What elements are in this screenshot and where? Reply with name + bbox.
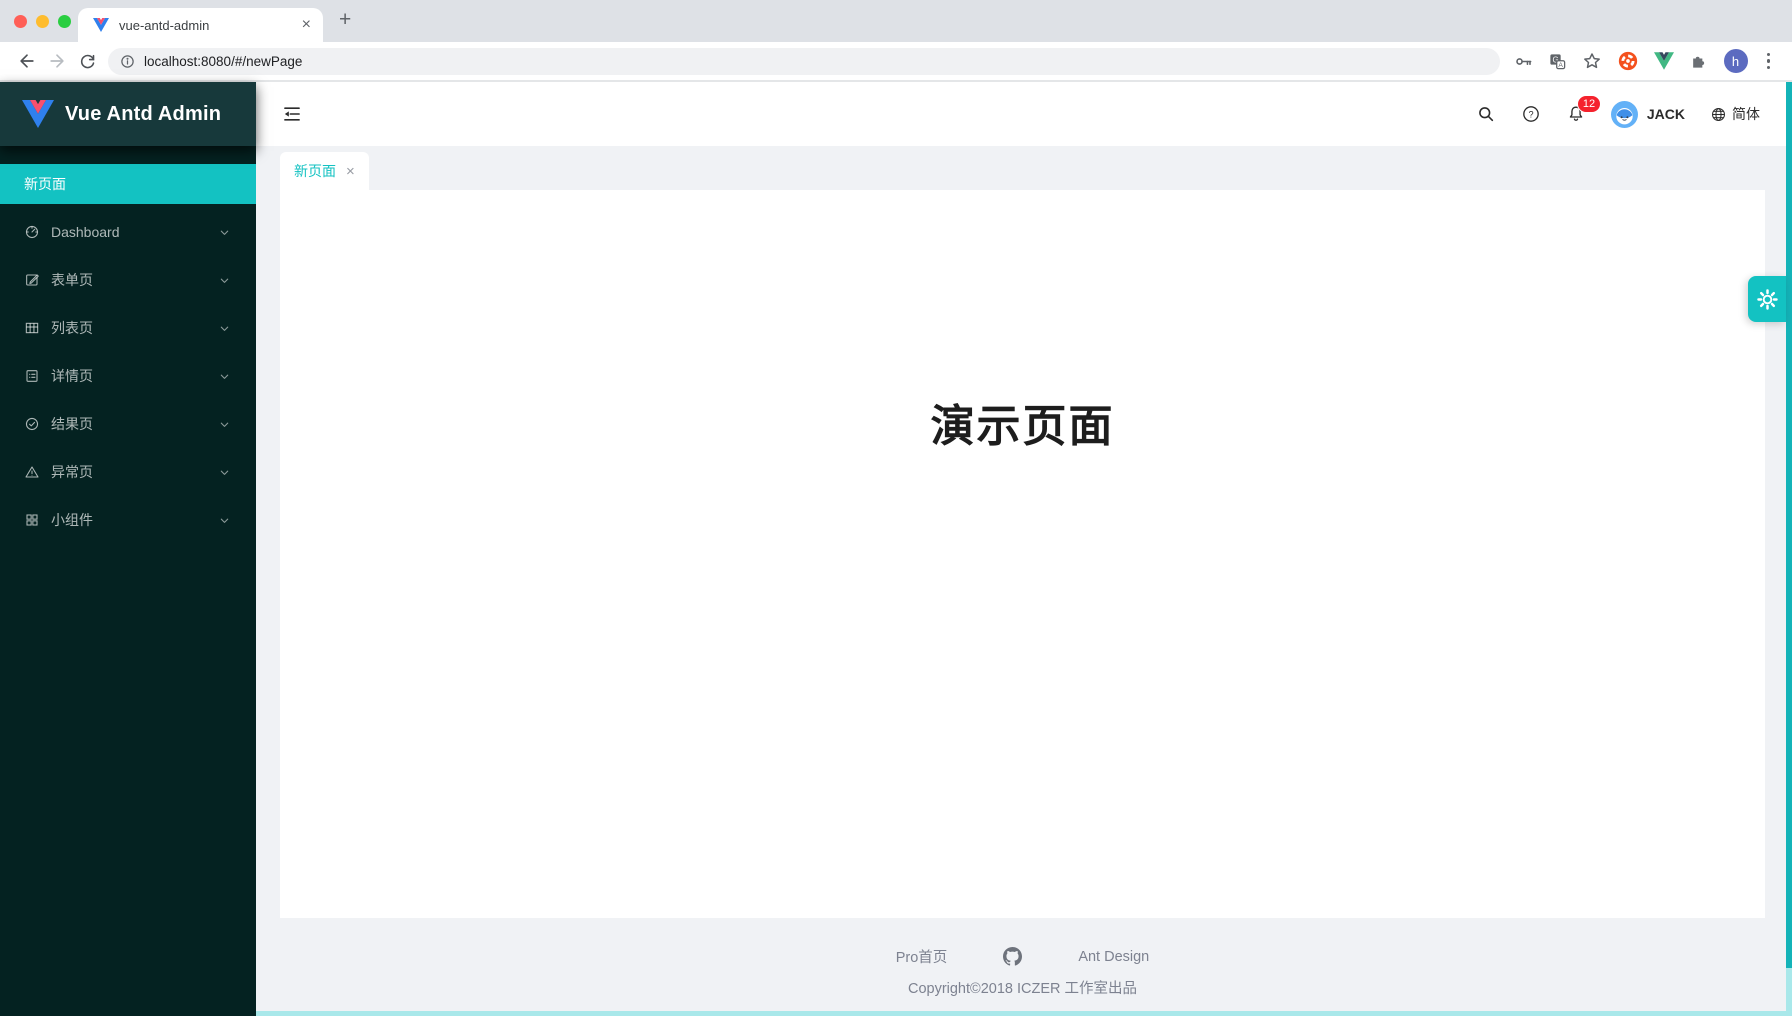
- sidebar-item-details[interactable]: 详情页: [0, 356, 256, 396]
- check-circle-icon: [24, 416, 40, 432]
- appstore-icon: [24, 512, 40, 528]
- footer-link-pro-home[interactable]: Pro首页: [896, 946, 948, 967]
- search-icon[interactable]: [1476, 104, 1496, 124]
- sidebar-logo[interactable]: Vue Antd Admin: [0, 82, 256, 146]
- sidebar-item-lists[interactable]: 列表页: [0, 308, 256, 348]
- gear-icon: [1756, 288, 1779, 311]
- page-title: 演示页面: [280, 190, 1765, 454]
- favicon-vue-icon: [93, 18, 109, 32]
- menu-fold-icon[interactable]: [282, 104, 302, 124]
- svg-text:A: A: [1558, 62, 1563, 69]
- chevron-down-icon: [219, 515, 230, 526]
- chevron-down-icon: [219, 467, 230, 478]
- address-bar[interactable]: localhost:8080/#/newPage: [108, 48, 1500, 75]
- toolbar-actions: GA h: [1514, 49, 1781, 73]
- window-zoom-button[interactable]: [58, 15, 71, 28]
- sidebar-item-label: 表单页: [51, 270, 93, 290]
- user-menu[interactable]: JACK: [1611, 101, 1685, 128]
- app-root: Vue Antd Admin 新页面 Dashboard 表单页: [0, 82, 1792, 1016]
- sidebar-item-label: 详情页: [51, 366, 93, 386]
- sidebar: Vue Antd Admin 新页面 Dashboard 表单页: [0, 82, 256, 1016]
- github-icon[interactable]: [977, 947, 1048, 966]
- screen: vue-antd-admin × + localhost:8080/#/newP…: [0, 0, 1792, 1016]
- horizontal-scrollbar[interactable]: [256, 1011, 1786, 1016]
- browser-profile-avatar[interactable]: h: [1724, 49, 1748, 73]
- password-key-icon[interactable]: [1514, 52, 1533, 71]
- chevron-down-icon: [219, 323, 230, 334]
- browser-tabstrip: vue-antd-admin × +: [0, 0, 1792, 42]
- sidebar-item-widgets[interactable]: 小组件: [0, 500, 256, 540]
- chevron-down-icon: [219, 419, 230, 430]
- dashboard-icon: [24, 224, 40, 240]
- sidebar-item-label: 小组件: [51, 510, 93, 530]
- back-icon[interactable]: [12, 46, 42, 76]
- reload-icon[interactable]: [72, 46, 102, 76]
- forward-icon[interactable]: [42, 46, 72, 76]
- settings-drawer-button[interactable]: [1748, 276, 1786, 322]
- page-tabbar: 新页面 ×: [256, 146, 1792, 190]
- copyright: Copyright©2018 ICZER 工作室出品: [280, 977, 1765, 998]
- sidebar-item-results[interactable]: 结果页: [0, 404, 256, 444]
- sidebar-item-label: 列表页: [51, 318, 93, 338]
- page-tab-new-page[interactable]: 新页面 ×: [280, 152, 369, 190]
- table-icon: [24, 320, 40, 336]
- page-footer: Pro首页 Ant Design Copyright©2018 ICZER 工作…: [280, 946, 1765, 998]
- avatar: [1611, 101, 1638, 128]
- bookmark-star-icon[interactable]: [1582, 51, 1602, 71]
- chevron-down-icon: [219, 227, 230, 238]
- new-tab-button[interactable]: +: [339, 8, 351, 32]
- browser-tab-title: vue-antd-admin: [119, 18, 302, 33]
- translate-icon[interactable]: GA: [1548, 52, 1567, 71]
- browser-menu-icon[interactable]: [1763, 53, 1775, 70]
- sidebar-item-dashboard[interactable]: Dashboard: [0, 212, 256, 252]
- app-title: Vue Antd Admin: [65, 103, 221, 126]
- sidebar-menu: 新页面 Dashboard 表单页 列表页: [0, 146, 256, 540]
- page-tab-close-icon[interactable]: ×: [346, 164, 355, 179]
- language-label: 简体: [1732, 104, 1760, 124]
- tab-close-icon[interactable]: ×: [302, 17, 311, 33]
- content-card: 演示页面: [280, 190, 1765, 918]
- window-controls: [14, 15, 71, 28]
- sidebar-item-label: 结果页: [51, 414, 93, 434]
- main-area: ? 12: [256, 82, 1792, 1016]
- footer-links: Pro首页 Ant Design: [280, 946, 1765, 967]
- site-info-icon[interactable]: [120, 54, 135, 69]
- warning-icon: [24, 464, 40, 480]
- sidebar-item-label: 新页面: [24, 174, 66, 194]
- browser-toolbar: localhost:8080/#/newPage GA: [0, 42, 1792, 82]
- extensions-puzzle-icon[interactable]: [1689, 51, 1709, 71]
- notifications-button[interactable]: 12: [1566, 104, 1586, 124]
- sidebar-item-label: Dashboard: [51, 224, 120, 240]
- svg-text:?: ?: [1528, 109, 1533, 119]
- extension-dart-icon[interactable]: [1617, 50, 1639, 72]
- footer-link-ant-design[interactable]: Ant Design: [1078, 949, 1149, 965]
- scrollbar-thumb[interactable]: [1786, 82, 1792, 968]
- window-minimize-button[interactable]: [36, 15, 49, 28]
- help-icon[interactable]: ?: [1521, 104, 1541, 124]
- username: JACK: [1647, 106, 1685, 122]
- chevron-down-icon: [219, 371, 230, 382]
- chevron-down-icon: [219, 275, 230, 286]
- sidebar-item-exceptions[interactable]: 异常页: [0, 452, 256, 492]
- sidebar-item-forms[interactable]: 表单页: [0, 260, 256, 300]
- vue-logo-icon: [22, 100, 54, 128]
- notification-badge: 12: [1577, 95, 1601, 113]
- window-close-button[interactable]: [14, 15, 27, 28]
- language-switch[interactable]: 简体: [1710, 104, 1760, 124]
- vertical-scrollbar[interactable]: [1786, 82, 1792, 1016]
- header-actions: ? 12: [1476, 101, 1760, 128]
- globe-icon: [1710, 106, 1727, 123]
- url-text[interactable]: localhost:8080/#/newPage: [144, 54, 302, 69]
- profile-icon: [24, 368, 40, 384]
- form-icon: [24, 272, 40, 288]
- page-tab-label: 新页面: [294, 161, 336, 181]
- app-header: ? 12: [256, 82, 1792, 146]
- sidebar-item-new-page[interactable]: 新页面: [0, 164, 256, 204]
- browser-chrome: vue-antd-admin × + localhost:8080/#/newP…: [0, 0, 1792, 82]
- sidebar-item-label: 异常页: [51, 462, 93, 482]
- vue-devtools-icon[interactable]: [1654, 52, 1674, 70]
- browser-tab[interactable]: vue-antd-admin ×: [78, 8, 323, 42]
